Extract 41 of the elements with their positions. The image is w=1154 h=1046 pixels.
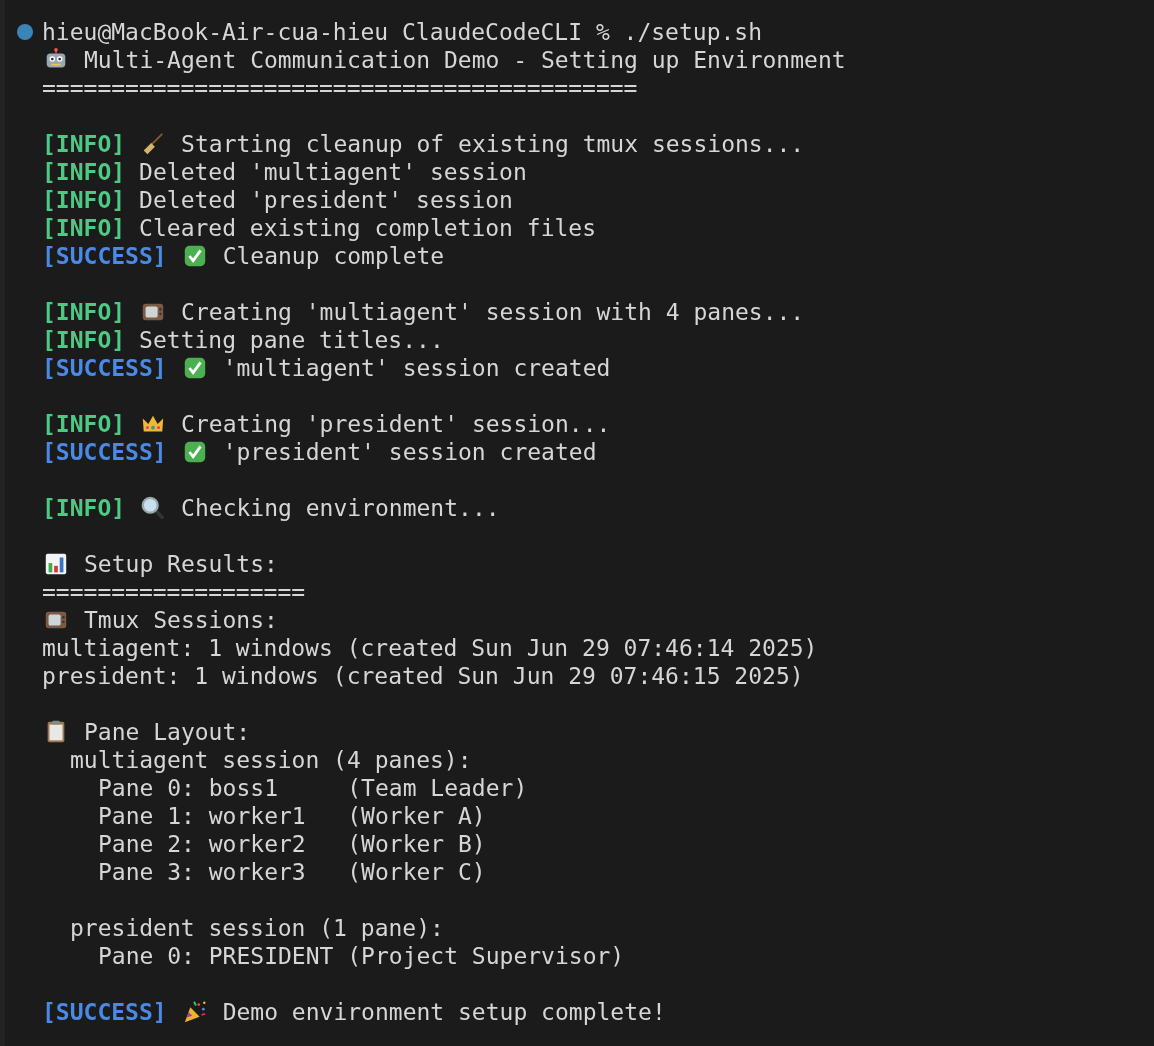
output-line: Pane 3: worker3 (Worker C)	[98, 858, 486, 886]
output-line: Pane 2: worker2 (Worker B)	[98, 830, 486, 858]
log-level-tag: [INFO]	[42, 494, 126, 522]
section-heading: Setup Results:	[84, 550, 278, 578]
log-message: Creating 'multiagent' session with 4 panes...	[181, 298, 805, 326]
output-line: multiagent: 1 windows (created Sun Jun 29 07:46:14 2025)	[42, 634, 818, 662]
log-level-tag: [INFO]	[42, 410, 126, 438]
log-message: Cleanup complete	[222, 242, 445, 270]
log-message: Deleted 'multiagent' session	[139, 158, 527, 186]
output-line: Pane 0: boss1 (Team Leader)	[98, 774, 528, 802]
log-level-tag: [INFO]	[42, 130, 126, 158]
output-line: Pane 0: PRESIDENT (Project Supervisor)	[98, 942, 625, 970]
log-message: Starting cleanup of existing tmux sessions...	[181, 130, 805, 158]
prompt-status-dot	[17, 24, 33, 40]
section-heading: Pane Layout:	[84, 718, 251, 746]
output-line: ===================	[42, 578, 306, 606]
log-level-tag: [INFO]	[42, 326, 126, 354]
log-message: 'president' session created	[222, 438, 597, 466]
output-line: Pane 1: worker1 (Worker A)	[98, 802, 486, 830]
prompt-command: hieu@MacBook-Air-cua-hieu ClaudeCodeCLI % ./setup.sh	[42, 18, 763, 46]
output-line: president session (1 pane):	[70, 914, 444, 942]
log-level-tag: [SUCCESS]	[42, 354, 167, 382]
log-message: 'multiagent' session created	[222, 354, 611, 382]
log-message: Deleted 'president' session	[139, 186, 513, 214]
output-line: multiagent session (4 panes):	[70, 746, 472, 774]
output-line: ===========================================	[42, 74, 638, 102]
log-message: Cleared existing completion files	[139, 214, 597, 242]
log-message: Creating 'president' session...	[181, 410, 611, 438]
log-message: Checking environment...	[181, 494, 500, 522]
log-message: Demo environment setup complete!	[222, 998, 666, 1026]
log-level-tag: [INFO]	[42, 186, 126, 214]
output-line: president: 1 windows (created Sun Jun 29 07:46:15 2025)	[42, 662, 804, 690]
log-message: Setting pane titles...	[139, 326, 444, 354]
log-level-tag: [INFO]	[42, 214, 126, 242]
log-level-tag: [INFO]	[42, 158, 126, 186]
log-level-tag: [SUCCESS]	[42, 998, 167, 1026]
log-level-tag: [SUCCESS]	[42, 438, 167, 466]
section-heading: Tmux Sessions:	[84, 606, 278, 634]
log-level-tag: [SUCCESS]	[42, 242, 167, 270]
section-heading: Multi-Agent Communication Demo - Setting up Environment	[84, 46, 846, 74]
log-level-tag: [INFO]	[42, 298, 126, 326]
